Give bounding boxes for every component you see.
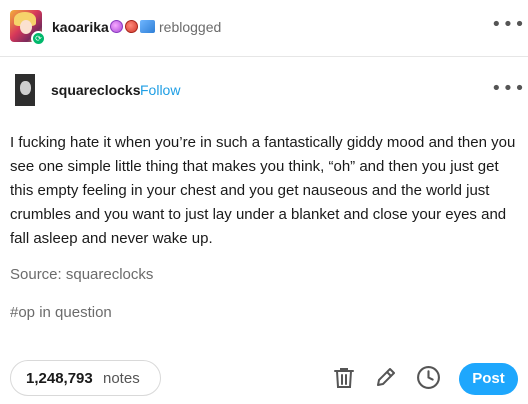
- trash-icon[interactable]: [332, 366, 356, 390]
- clock-icon[interactable]: [416, 365, 441, 390]
- badge-group: [110, 19, 155, 33]
- purple-badge-icon: [110, 19, 123, 33]
- follow-button[interactable]: Follow: [140, 82, 180, 98]
- reblogger-username[interactable]: kaoarika: [52, 19, 109, 35]
- post-body: I fucking hate it when you’re in such a …: [10, 134, 516, 247]
- avatar-face: [20, 20, 32, 34]
- more-options-icon[interactable]: •••: [491, 14, 526, 35]
- author-row: squareclocks Follow •••: [0, 58, 528, 118]
- notes-count: 1,248,793: [26, 370, 93, 387]
- reblog-icon: ⟳: [31, 31, 46, 46]
- more-options-icon[interactable]: •••: [491, 78, 526, 99]
- reblogged-label: reblogged: [159, 19, 222, 35]
- blue-badge-icon: [140, 19, 155, 33]
- author-username[interactable]: squareclocks: [51, 82, 141, 98]
- notes-button[interactable]: 1,248,793 notes: [10, 360, 161, 396]
- avatar-face: [20, 81, 31, 95]
- author-avatar[interactable]: [15, 74, 35, 106]
- red-badge-icon: [125, 19, 138, 33]
- notes-label: notes: [103, 370, 140, 387]
- reblog-header: ⟳ kaoarika reblogged •••: [0, 0, 528, 57]
- pencil-icon[interactable]: [374, 365, 398, 389]
- post-tag[interactable]: #op in question: [10, 304, 112, 321]
- post-button[interactable]: Post: [459, 363, 518, 395]
- post-source[interactable]: Source: squareclocks: [10, 266, 153, 283]
